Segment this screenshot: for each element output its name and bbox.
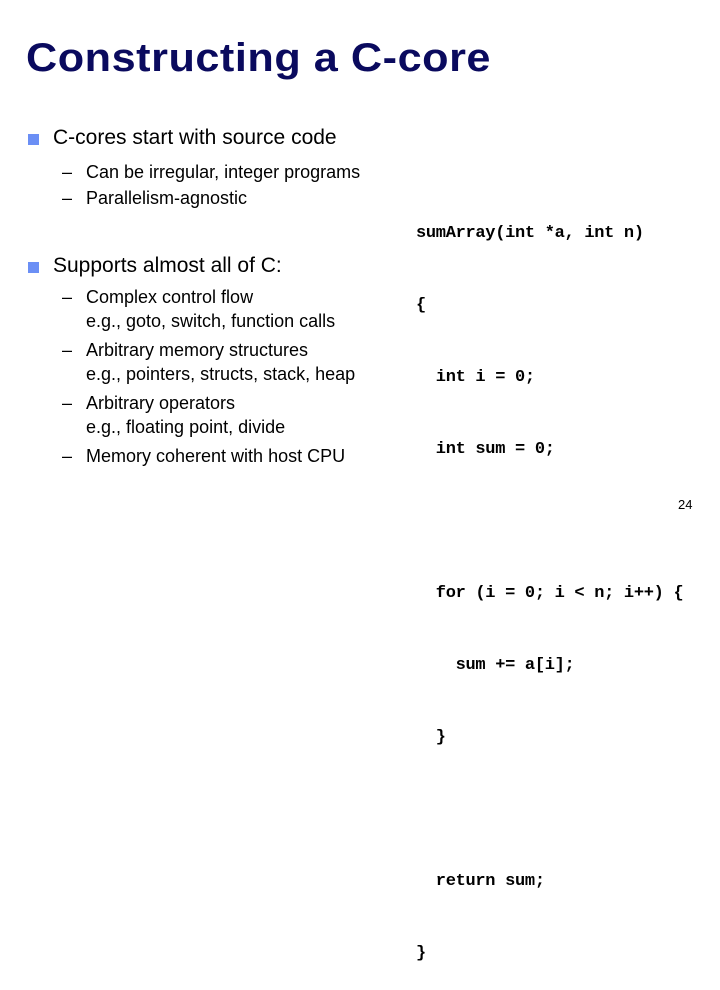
bullet-1: C-cores start with source code [28,126,337,150]
sub-bullet-text: Memory coherent with host CPU [86,446,346,466]
slide-title: Constructing a C-core [26,36,491,80]
sub-bullet: – Arbitrary operators e.g., floating poin… [62,391,285,439]
sub-bullet-text: Parallelism-agnostic [86,188,248,208]
sub-bullet: – Memory coherent with host CPU [62,444,345,468]
sub-bullet-example: e.g., floating point, divide [86,417,286,437]
sub-bullet: – Complex control flow e.g., goto, switch… [62,285,335,333]
code-line: int i = 0; [416,368,535,387]
bullet-1-text: C-cores start with source code [53,126,337,149]
dash-icon: – [62,287,73,307]
square-bullet-icon [28,261,39,273]
sub-bullet-example: e.g., pointers, structs, stack, heap [86,364,356,384]
dash-icon: – [62,188,73,208]
bullet-2: Supports almost all of C: [28,254,282,278]
sub-bullet-example: e.g., goto, switch, function calls [86,311,336,331]
code-line: int sum = 0; [416,440,555,459]
square-bullet-icon [28,133,39,145]
dash-icon: – [62,162,73,182]
code-line: sum += a[i]; [416,656,575,675]
dash-icon: – [62,393,73,413]
page-number: 24 [678,497,693,512]
sub-bullet: – Parallelism-agnostic [62,186,247,210]
dash-icon: – [62,340,73,360]
code-line: for (i = 0; i < n; i++) { [416,584,684,603]
code-line: { [416,296,426,315]
code-line: sumArray(int *a, int n) [416,224,644,243]
sub-bullet-text: Arbitrary memory structures [86,340,309,360]
sub-bullet: – Can be irregular, integer programs [62,160,360,184]
code-line: } [416,728,446,747]
sub-bullet-text: Complex control flow [86,287,254,307]
code-block: sumArray(int *a, int n) { int i = 0; int… [416,174,684,990]
bullet-2-text: Supports almost all of C: [53,254,282,277]
sub-bullet-text: Can be irregular, integer programs [86,162,361,182]
code-line: return sum; [416,872,545,891]
code-line: } [416,944,426,963]
sub-bullet-text: Arbitrary operators [86,393,236,413]
sub-bullet: – Arbitrary memory structures e.g., point… [62,338,355,386]
dash-icon: – [62,446,73,466]
